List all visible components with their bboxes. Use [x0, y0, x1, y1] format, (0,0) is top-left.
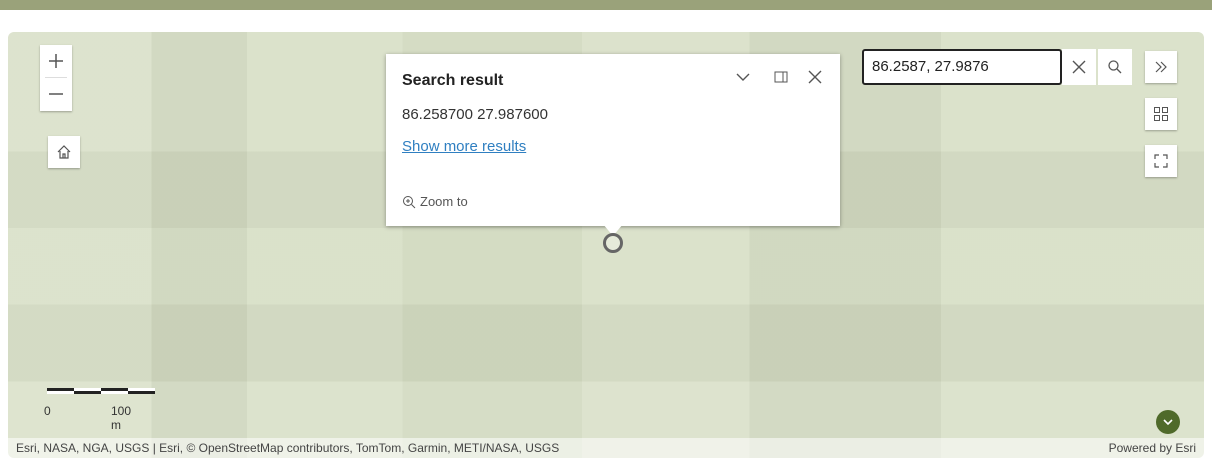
- home-button[interactable]: [48, 136, 80, 168]
- dock-icon: [774, 71, 788, 83]
- basemap-gallery-button[interactable]: [1145, 98, 1177, 130]
- show-more-results-link[interactable]: Show more results: [402, 138, 526, 155]
- expand-attribution-button[interactable]: [1156, 410, 1180, 434]
- basemap-gallery-icon: [1154, 107, 1168, 121]
- powered-by-label[interactable]: Powered by Esri: [1109, 441, 1196, 455]
- minus-icon: [49, 93, 63, 95]
- scale-start-label: 0: [44, 404, 51, 418]
- fullscreen-icon: [1154, 154, 1168, 168]
- zoom-to-action[interactable]: Zoom to: [402, 194, 468, 209]
- map-frame: 86.2587, 27.9876 Search result 86.258700…: [0, 0, 1212, 471]
- popup-title: Search result: [402, 72, 504, 89]
- toggle-panel-button[interactable]: [1145, 51, 1177, 83]
- scale-end-label: 100 m: [111, 404, 132, 432]
- chevron-down-icon: [736, 73, 750, 81]
- top-band: [0, 0, 1212, 10]
- search-button[interactable]: [1098, 49, 1132, 85]
- zoom-controls: [40, 45, 72, 111]
- zoom-in-button[interactable]: [40, 45, 72, 77]
- result-coordinates: 86.258700 27.987600: [402, 106, 548, 123]
- location-marker[interactable]: [603, 233, 623, 253]
- attribution-bar: Esri, NASA, NGA, USGS | Esri, © OpenStre…: [8, 438, 1204, 458]
- fullscreen-button[interactable]: [1145, 145, 1177, 177]
- search-input[interactable]: 86.2587, 27.9876: [862, 49, 1062, 85]
- double-chevron-right-icon: [1155, 61, 1167, 73]
- attribution-text: Esri, NASA, NGA, USGS | Esri, © OpenStre…: [16, 441, 560, 455]
- search-icon: [1108, 60, 1122, 74]
- zoom-to-label: Zoom to: [420, 194, 468, 209]
- close-popup-button[interactable]: [804, 66, 826, 88]
- zoom-in-icon: [403, 195, 416, 208]
- plus-icon: [49, 54, 63, 68]
- clear-search-button[interactable]: [1062, 49, 1096, 85]
- collapse-popup-button[interactable]: [732, 66, 754, 88]
- dock-popup-button[interactable]: [770, 66, 792, 88]
- zoom-out-button[interactable]: [40, 78, 72, 110]
- close-icon: [808, 70, 822, 84]
- close-icon: [1072, 60, 1086, 74]
- home-icon: [57, 145, 71, 159]
- search-result-popup: Search result 86.258700 27.987600 Show m…: [386, 54, 840, 226]
- chevron-down-icon: [1163, 419, 1173, 426]
